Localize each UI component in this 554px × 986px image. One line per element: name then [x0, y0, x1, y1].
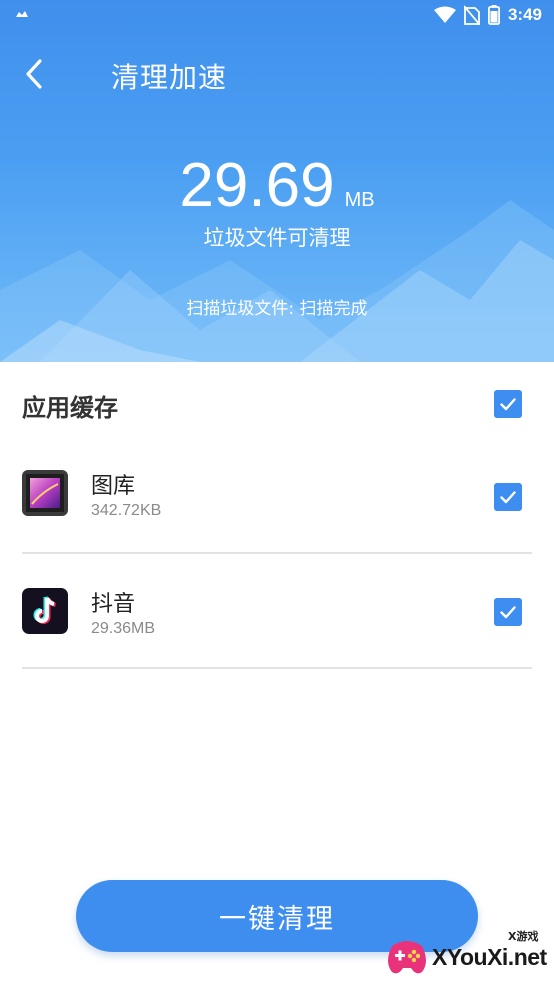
battery-icon	[487, 5, 500, 25]
watermark-small-text: X游戏	[508, 930, 539, 943]
status-time: 3:49	[507, 5, 542, 24]
hero-header: 3:49 清理加速 29.69 MB 垃圾文件可清理 扫描垃圾文件: 扫描完成	[0, 0, 554, 362]
tiktok-icon	[22, 588, 68, 634]
status-bar: 3:49	[0, 0, 554, 30]
status-icons: 3:49	[433, 4, 542, 26]
page-title: 清理加速	[111, 61, 228, 94]
junk-size-unit: MB	[344, 189, 375, 211]
app-name: 抖音	[91, 592, 136, 617]
list-item[interactable]: 图库 342.72KB	[0, 446, 554, 560]
divider	[22, 552, 532, 554]
junk-size: 29.69 MB	[0, 150, 554, 221]
select-all-checkbox[interactable]	[494, 390, 522, 418]
notification-icon	[16, 11, 28, 17]
junk-description: 垃圾文件可清理	[203, 226, 351, 250]
gallery-icon	[22, 470, 68, 516]
app-cache-section-header: 应用缓存	[0, 362, 554, 446]
back-button[interactable]	[16, 54, 56, 94]
watermark-site: XYouXi.net	[432, 944, 547, 970]
gamepad-logo-icon	[388, 941, 426, 974]
section-title: 应用缓存	[22, 394, 118, 422]
wifi-icon	[433, 6, 456, 23]
list-item[interactable]: 抖音 29.36MB	[0, 560, 554, 674]
checkmark-icon	[500, 606, 516, 619]
chevron-left-icon	[26, 59, 42, 89]
app-checkbox[interactable]	[494, 483, 522, 511]
app-size: 29.36MB	[91, 620, 156, 637]
checkmark-icon	[500, 491, 516, 504]
scan-status: 扫描垃圾文件: 扫描完成	[186, 299, 368, 319]
watermark: X游戏 XYouXi.net	[382, 928, 550, 984]
app-name: 图库	[91, 474, 136, 499]
divider	[22, 667, 532, 669]
app-checkbox[interactable]	[494, 598, 522, 626]
app-size: 342.72KB	[91, 502, 162, 519]
no-sim-icon	[463, 5, 480, 25]
junk-size-value: 29.69	[179, 151, 335, 220]
checkmark-icon	[500, 398, 516, 411]
